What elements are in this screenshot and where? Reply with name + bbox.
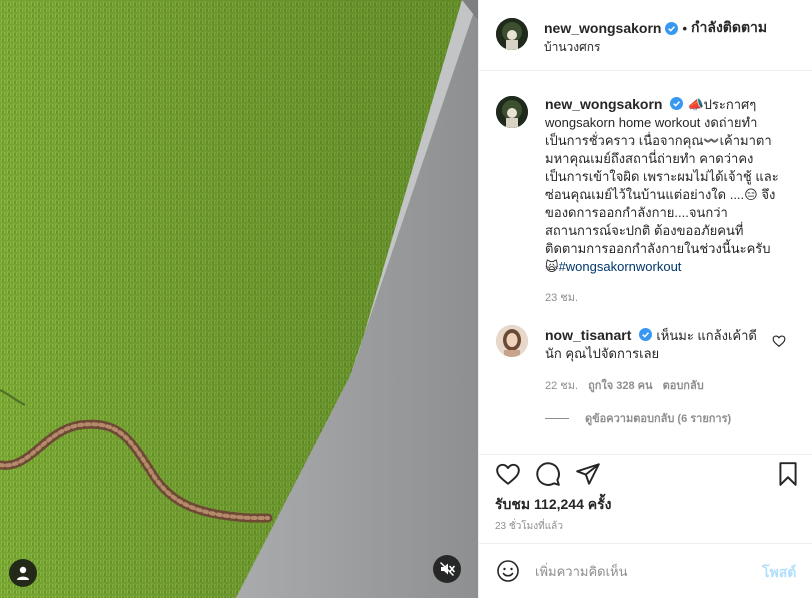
author-username[interactable]: new_wongsakorn [544, 20, 661, 36]
caption-body: new_wongsakorn 📣ประกาศๆ wongsakorn home w… [545, 95, 781, 276]
view-count[interactable]: รับชม 112,244 ครั้ง [495, 494, 611, 516]
user-tag-icon[interactable] [9, 559, 37, 587]
comment-bubble-icon[interactable] [535, 461, 561, 487]
comment-meta: 22 ชม. ถูกใจ 328 คน ตอบกลับ [545, 376, 704, 394]
reply-button[interactable]: ตอบกลับ [663, 376, 704, 394]
post-comment-button[interactable]: โพสต์ [762, 562, 796, 584]
separator-dot: • [682, 20, 688, 36]
bookmark-icon[interactable] [775, 461, 801, 487]
caption-timestamp: 23 ชม. [545, 292, 579, 304]
caption-text: 📣ประกาศๆ wongsakorn home workout งดถ่ายท… [545, 97, 779, 274]
smiley-icon[interactable] [496, 559, 520, 583]
heart-icon[interactable] [495, 461, 521, 487]
comment-like-heart-icon[interactable] [772, 334, 786, 348]
verified-badge-icon [639, 328, 653, 341]
hashtag-link[interactable]: #wongsakornworkout [559, 259, 682, 274]
verified-badge-icon [670, 97, 684, 110]
post-timestamp[interactable]: 23 ชั่วโมงที่แล้ว [495, 519, 563, 534]
commenter-username[interactable]: now_tisanart [545, 327, 631, 343]
comment-likes-count[interactable]: ถูกใจ 328 คน [588, 376, 652, 394]
comment-input[interactable] [535, 559, 745, 583]
comment-timestamp: 22 ชม. [545, 380, 579, 392]
post-header: new_wongsakorn • กำลังติดตาม บ้านวงศกร [479, 0, 812, 71]
view-replies-button[interactable]: ดูข้อความตอบกลับ (6 รายการ) [545, 409, 731, 427]
muted-speaker-icon[interactable] [433, 555, 461, 583]
caption-username[interactable]: new_wongsakorn [545, 96, 662, 112]
view-replies-label: ดูข้อความตอบกลับ (6 รายการ) [585, 413, 732, 425]
location-link[interactable]: บ้านวงศกร [544, 38, 600, 57]
post-details-panel: new_wongsakorn • กำลังติดตาม บ้านวงศกร n… [478, 0, 812, 598]
caption-author-avatar[interactable] [496, 96, 528, 128]
add-comment-bar: โพสต์ [479, 545, 812, 598]
following-button[interactable]: กำลังติดตาม [691, 17, 767, 39]
author-avatar[interactable] [496, 18, 528, 50]
post-actions: รับชม 112,244 ครั้ง 23 ชั่วโมงที่แล้ว [479, 456, 812, 544]
paper-plane-icon[interactable] [575, 461, 601, 487]
post-video[interactable] [0, 0, 478, 598]
comments-list[interactable]: new_wongsakorn 📣ประกาศๆ wongsakorn home w… [479, 72, 812, 455]
comment-body: now_tisanart เห็นมะ แกล้งเค้าดีนัก คุณไปจ… [545, 326, 763, 363]
commenter-avatar[interactable] [496, 325, 528, 357]
verified-badge-icon [665, 21, 679, 35]
replies-divider [545, 417, 569, 419]
video-frame [0, 0, 478, 598]
